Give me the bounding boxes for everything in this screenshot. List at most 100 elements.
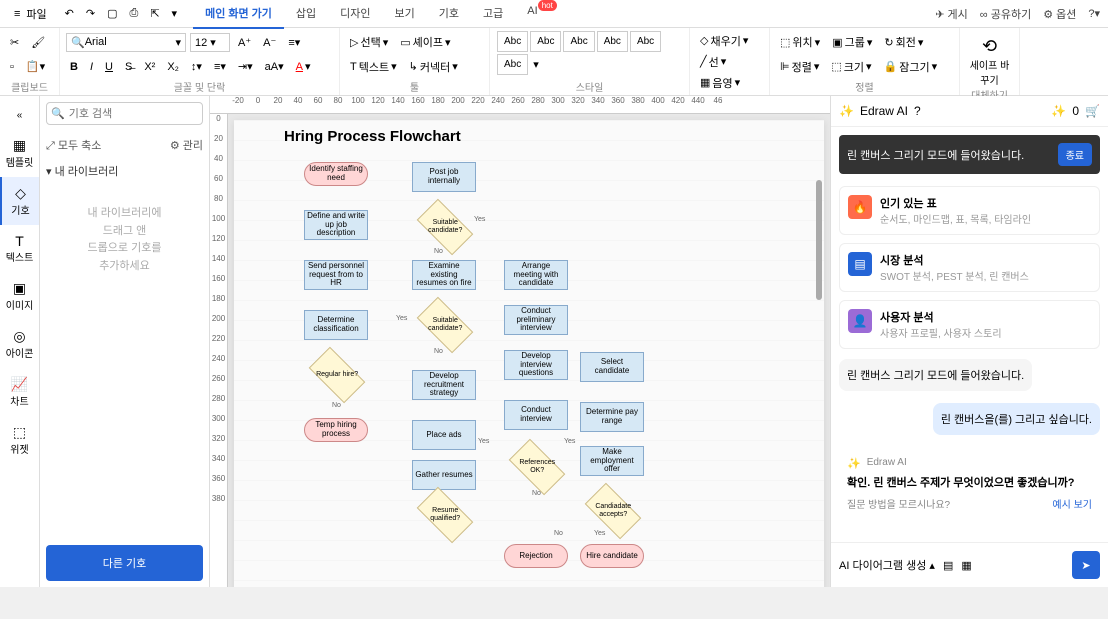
publish-button[interactable]: ✈ 게시 — [935, 6, 968, 22]
ai-example-link[interactable]: 예시 보기 — [1052, 496, 1092, 511]
replace-shape-icon[interactable]: ⟲ — [982, 36, 997, 56]
tab-home[interactable]: 메인 화면 가기 — [193, 0, 284, 29]
format-painter-icon[interactable]: 🖌 — [27, 34, 49, 51]
tab-ai[interactable]: AIhot — [515, 0, 569, 29]
bullet-icon[interactable]: ≡▾ — [210, 58, 230, 75]
options-button[interactable]: ⚙ 옵션 — [1043, 6, 1076, 22]
help-icon[interactable]: ?▾ — [1088, 7, 1100, 20]
text-tool[interactable]: T 텍스트▾ — [346, 57, 401, 77]
node-gather[interactable]: Gather resumes — [412, 460, 476, 490]
tab-design[interactable]: 디자인 — [328, 0, 382, 29]
node-develop-q[interactable]: Develop interview questions — [504, 350, 568, 380]
strike-icon[interactable]: S̶ — [121, 59, 136, 75]
style-preset[interactable]: Abc — [530, 31, 561, 52]
line-spacing-icon[interactable]: ↕▾ — [187, 58, 206, 75]
font-selector[interactable]: 🔍 Arial▾ — [66, 33, 186, 52]
tab-symbols[interactable]: 기호 — [427, 0, 471, 29]
canvas[interactable]: Hring Process Flowchart Identify staffin… — [234, 120, 824, 587]
style-more[interactable]: ▾ — [529, 53, 543, 76]
node-arrange[interactable]: Arrange meeting with candidate — [504, 260, 568, 290]
style-preset[interactable]: Abc — [497, 54, 528, 75]
ai-card-market[interactable]: ▤ 시장 분석SWOT 분석, PEST 분석, 린 캔버스 — [839, 243, 1100, 292]
rotate-btn[interactable]: ↻ 회전▾ — [880, 32, 927, 52]
line-btn[interactable]: ╱ 선▾ — [696, 52, 730, 72]
style-preset[interactable]: Abc — [497, 31, 528, 52]
shape-tool[interactable]: ▭ 셰이프▾ — [396, 32, 454, 52]
ai-card-user[interactable]: 👤 사용자 분석사용자 프로필, 사용자 스토리 — [839, 300, 1100, 349]
redo-icon[interactable]: ↷ — [80, 7, 101, 20]
increase-font-icon[interactable]: A⁺ — [234, 34, 255, 51]
subscript-icon[interactable]: X₂ — [163, 59, 183, 75]
image-tab[interactable]: ▣이미지 — [0, 272, 39, 320]
hamburger-icon[interactable]: ≡ — [8, 8, 26, 20]
fill-btn[interactable]: ◇ 채우기▾ — [696, 31, 752, 51]
cut-icon[interactable]: ✂ — [6, 34, 23, 51]
size-btn[interactable]: ⬚ 크기▾ — [827, 57, 875, 77]
font-color-icon[interactable]: A▾ — [292, 58, 315, 75]
node-suitable1[interactable]: Suitable candidate? — [417, 199, 474, 256]
node-place-ads[interactable]: Place ads — [412, 420, 476, 450]
node-temp[interactable]: Temp hiring process — [304, 418, 368, 442]
save-icon[interactable]: ▢ — [101, 7, 123, 20]
file-menu[interactable]: 파일 — [26, 6, 46, 22]
paste-icon[interactable]: 📋▾ — [22, 58, 49, 75]
widgets-tab[interactable]: ⬚위젯 — [0, 416, 39, 464]
select-tool[interactable]: ▷ 선택▾ — [346, 32, 392, 52]
scrollbar-thumb[interactable] — [816, 180, 822, 300]
search-input[interactable] — [69, 108, 198, 120]
node-payrange[interactable]: Determine pay range — [580, 402, 644, 432]
node-offer[interactable]: Make employment offer — [580, 446, 644, 476]
underline-icon[interactable]: U — [101, 59, 117, 75]
align-icon[interactable]: ≡▾ — [284, 34, 304, 51]
tab-view[interactable]: 보기 — [383, 0, 427, 29]
ai-tool2-icon[interactable]: ▦ — [961, 559, 971, 572]
position-btn[interactable]: ⬚ 위치▾ — [776, 32, 824, 52]
undo-icon[interactable]: ↶ — [59, 7, 80, 20]
lock-btn[interactable]: 🔒 잠그기▾ — [880, 57, 942, 77]
node-define[interactable]: Define and write up job description — [304, 210, 368, 240]
node-select[interactable]: Select candidate — [580, 352, 644, 382]
size-selector[interactable]: 12 ▾ — [190, 33, 230, 52]
node-qualified[interactable]: Resume qualified? — [417, 487, 474, 544]
ai-help-icon[interactable]: ? — [914, 104, 921, 118]
more-icon[interactable]: ▾ — [166, 7, 184, 20]
node-examine[interactable]: Examine existing resumes on fire — [412, 260, 476, 290]
symbols-tab[interactable]: ◇기호 — [0, 177, 39, 225]
bold-icon[interactable]: B — [66, 59, 82, 75]
italic-icon[interactable]: I — [86, 59, 97, 75]
case-icon[interactable]: aA▾ — [261, 58, 288, 75]
export-icon[interactable]: ⇱ — [144, 7, 165, 20]
symbol-search[interactable]: 🔍 — [46, 102, 203, 125]
share-button[interactable]: ∞ 공유하기 — [980, 6, 1031, 22]
decrease-font-icon[interactable]: A⁻ — [259, 34, 280, 51]
connector-tool[interactable]: ↳ 커넥터▾ — [405, 57, 462, 77]
ai-generate-dropdown[interactable]: AI 다이어그램 생성 ▴ — [839, 557, 935, 573]
flowchart-title[interactable]: Hring Process Flowchart — [284, 128, 461, 145]
node-develop-strat[interactable]: Develop recruitment strategy — [412, 370, 476, 400]
node-identify[interactable]: Identify staffing need — [304, 162, 368, 186]
tab-advanced[interactable]: 고급 — [471, 0, 515, 29]
indent-icon[interactable]: ⇥▾ — [234, 58, 257, 75]
collapse-all[interactable]: ⤢ 모두 축소 — [46, 137, 101, 153]
ai-card-popular[interactable]: 🔥 인기 있는 표순서도, 마인드맵, 표, 목록, 타임라인 — [839, 186, 1100, 235]
copy-icon[interactable]: ▫ — [6, 59, 18, 75]
manage-btn[interactable]: ⚙ 관리 — [170, 137, 203, 153]
superscript-icon[interactable]: X² — [140, 59, 159, 75]
node-rejection[interactable]: Rejection — [504, 544, 568, 568]
other-symbols-button[interactable]: 다른 기호 — [46, 545, 203, 581]
ai-send-button[interactable]: ➤ — [1072, 551, 1100, 579]
ai-cart-icon[interactable]: 🛒 — [1085, 104, 1100, 118]
node-ref-ok[interactable]: References OK? — [509, 439, 566, 496]
tab-insert[interactable]: 삽입 — [284, 0, 328, 29]
node-regular[interactable]: Regular hire? — [309, 347, 366, 404]
print-icon[interactable]: ⎙ — [124, 7, 145, 20]
icons-tab[interactable]: ◎아이콘 — [0, 320, 39, 368]
node-send[interactable]: Send personnel request from to HR — [304, 260, 368, 290]
ai-tool1-icon[interactable]: ▤ — [943, 559, 953, 572]
node-conduct-int[interactable]: Conduct interview — [504, 400, 568, 430]
style-preset[interactable]: Abc — [597, 31, 628, 52]
group-btn[interactable]: ▣ 그룹▾ — [828, 32, 876, 52]
templates-tab[interactable]: ▦템플릿 — [0, 129, 39, 177]
ai-input-hint[interactable]: 여기에 질문을 입력하세요. "Enter"를 눌러 전송하고 "Shift+E… — [839, 535, 1100, 542]
style-preset[interactable]: Abc — [563, 31, 594, 52]
